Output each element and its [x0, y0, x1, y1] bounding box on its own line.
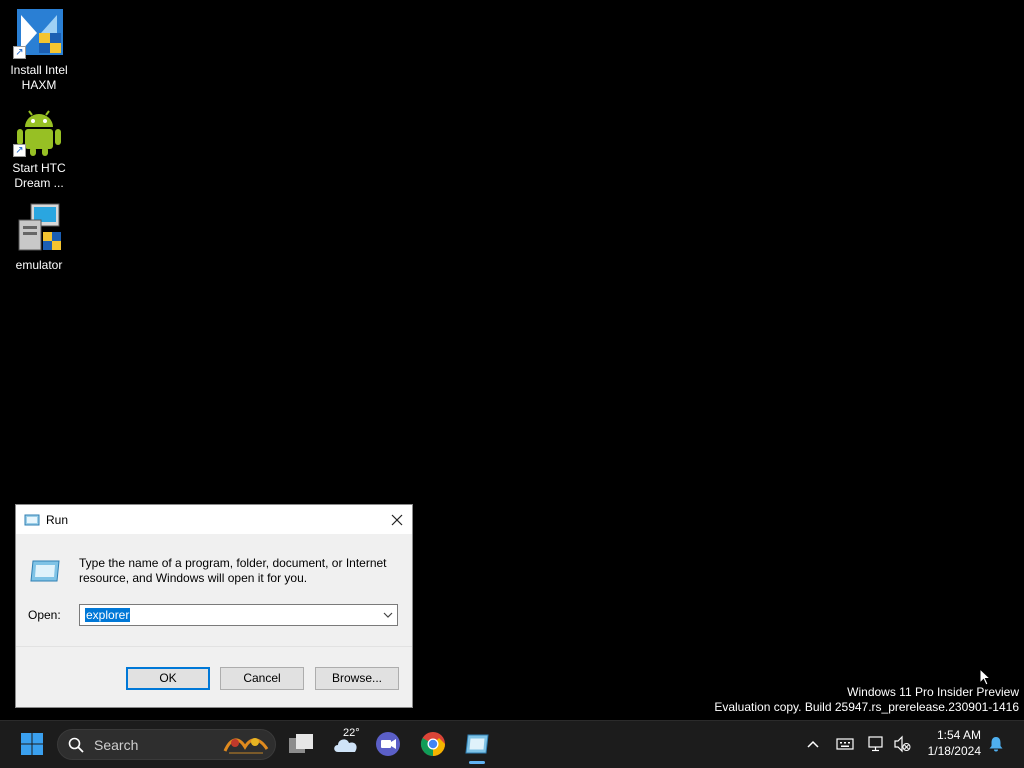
show-hidden-icons-button[interactable]	[802, 733, 824, 755]
desktop-icon-install-haxm[interactable]: ↗ Install Intel HAXM	[2, 7, 76, 93]
run-app-icon	[465, 734, 489, 754]
weather-temperature: 22°	[343, 727, 360, 739]
desktop-icon-label: Dream ...	[14, 176, 64, 190]
task-view-button[interactable]	[285, 728, 317, 760]
close-icon	[391, 514, 403, 525]
clock-time: 1:54 AM	[936, 728, 981, 742]
search-placeholder: Search	[94, 737, 139, 753]
taskbar-clock[interactable]: 1:54 AM 1/18/2024	[928, 727, 981, 759]
desktop-icon-label: Install Intel	[10, 63, 68, 77]
cancel-button[interactable]: Cancel	[220, 667, 304, 690]
open-input-value[interactable]: explorer	[85, 608, 131, 622]
run-dialog: Run Type the name of a program, folder, …	[15, 504, 413, 708]
run-icon	[24, 514, 40, 525]
windows-watermark: Windows 11 Pro Insider Preview Evaluatio…	[714, 685, 1019, 715]
chevron-down-icon[interactable]	[382, 609, 394, 621]
dialog-description: Type the name of a program, folder, docu…	[79, 556, 387, 585]
chrome-icon	[420, 732, 445, 756]
run-program-icon	[30, 560, 60, 582]
installer-package-icon	[13, 202, 65, 254]
watermark-line1: Windows 11 Pro Insider Preview	[847, 685, 1019, 699]
task-view-icon	[289, 734, 313, 753]
start-button[interactable]	[16, 728, 48, 760]
mouse-cursor-icon	[979, 668, 991, 686]
meet-icon	[376, 732, 400, 756]
meet-button[interactable]	[372, 728, 404, 760]
desktop-icon-label: Start HTC	[12, 161, 66, 175]
desktop-icon-label: emulator	[15, 258, 63, 272]
chrome-button[interactable]	[417, 728, 449, 760]
bell-icon	[989, 737, 1003, 752]
volume-button[interactable]	[891, 733, 913, 755]
keyboard-icon	[836, 738, 854, 750]
close-button[interactable]	[382, 505, 412, 534]
desktop-icon-emulator[interactable]: emulator	[2, 202, 76, 273]
network-icon	[868, 736, 883, 752]
ok-button[interactable]: OK	[126, 667, 210, 690]
browse-button[interactable]: Browse...	[315, 667, 399, 690]
run-taskbar-button[interactable]	[461, 728, 493, 760]
search-icon	[68, 737, 84, 753]
search-highlight-icon	[223, 738, 269, 754]
haxm-installer-icon: ↗	[13, 7, 65, 59]
dialog-button-bar: OK Cancel Browse...	[16, 646, 412, 707]
active-app-indicator	[469, 761, 485, 764]
desktop-icon-start-htc-dream[interactable]: ↗ Start HTC Dream ...	[2, 105, 76, 191]
taskbar: Search 22° 1:54 AM 1/18/2024	[0, 720, 1024, 768]
notifications-button[interactable]	[985, 733, 1007, 755]
network-button[interactable]	[865, 733, 887, 755]
clock-date: 1/18/2024	[927, 744, 981, 758]
run-dialog-titlebar[interactable]: Run	[16, 505, 412, 534]
dialog-title: Run	[46, 512, 69, 527]
taskbar-search[interactable]: Search	[57, 729, 276, 760]
volume-muted-icon	[894, 735, 911, 753]
chevron-up-icon	[807, 740, 819, 748]
watermark-line2: Evaluation copy. Build 25947.rs_prerelea…	[714, 700, 1019, 714]
android-robot-icon: ↗	[13, 105, 65, 157]
start-icon	[21, 733, 43, 755]
keyboard-button[interactable]	[834, 733, 856, 755]
open-label: Open:	[28, 608, 61, 622]
desktop-icon-label: HAXM	[21, 78, 57, 92]
open-combobox[interactable]: explorer	[79, 604, 398, 626]
